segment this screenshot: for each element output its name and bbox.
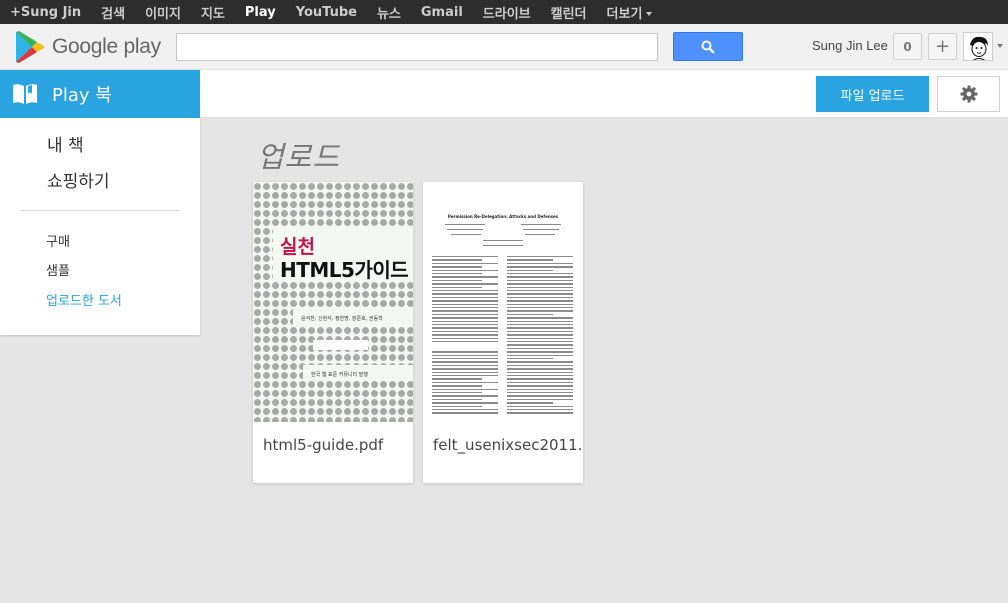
book-card[interactable]: 실천 HTML5가이드 윤석찬, 신현석, 정찬명, 장준호, 권동혁 한국 웹… — [253, 182, 413, 483]
gbar-news[interactable]: 뉴스 — [377, 3, 401, 22]
share-button[interactable]: + — [928, 33, 957, 60]
gbar-search[interactable]: 검색 — [101, 3, 125, 22]
account-menu-chevron-icon[interactable] — [997, 44, 1003, 48]
book-filename[interactable]: html5-guide.pdf — [263, 436, 411, 454]
gbar-youtube[interactable]: YouTube — [296, 5, 357, 20]
play-triangle-icon — [16, 31, 44, 63]
sidebar-item-samples[interactable]: 샘플 — [46, 260, 70, 279]
cover-title: HTML5가이드 — [280, 258, 409, 282]
gbar-images[interactable]: 이미지 — [145, 3, 181, 22]
avatar[interactable] — [963, 32, 993, 61]
sidebar: 내 책 쇼핑하기 구매 샘플 업로드한 도서 — [0, 118, 200, 335]
settings-button[interactable] — [937, 76, 1000, 112]
gbar-maps[interactable]: 지도 — [201, 3, 225, 22]
user-name[interactable]: Sung Jin Lee — [812, 38, 888, 53]
gbar-more-label: 더보기 — [606, 6, 643, 22]
upload-file-button[interactable]: 파일 업로드 — [816, 76, 929, 112]
sidebar-item-shop[interactable]: 쇼핑하기 — [47, 167, 110, 192]
cover-publisher: 한국 웹 표준 커뮤니티 발행 — [311, 372, 368, 378]
sidebar-item-uploaded[interactable]: 업로드한 도서 — [46, 290, 122, 309]
search-input[interactable] — [176, 33, 658, 61]
gear-icon — [960, 85, 977, 103]
gbar-calendar[interactable]: 캘린더 — [551, 3, 587, 22]
search-icon — [701, 40, 715, 54]
search-button[interactable] — [673, 32, 743, 61]
book-filename[interactable]: felt_usenixsec2011. — [433, 436, 581, 454]
sidebar-item-purchased[interactable]: 구매 — [46, 231, 70, 250]
book-icon — [13, 84, 37, 104]
book-cover: 실천 HTML5가이드 윤석찬, 신현석, 정찬명, 장준호, 권동혁 한국 웹… — [253, 182, 413, 422]
sidebar-divider — [20, 210, 180, 211]
header: Google play Sung Jin Lee 0 + — [0, 24, 1008, 70]
book-cover: Permission Re-Delegation: Attacks and De… — [423, 182, 583, 422]
book-card[interactable]: Permission Re-Delegation: Attacks and De… — [423, 182, 583, 483]
avatar-image — [964, 33, 992, 60]
gbar-plus-profile[interactable]: +Sung Jin — [10, 5, 81, 20]
page-title: 업로드 — [257, 140, 341, 174]
gbar-play[interactable]: Play — [245, 5, 276, 20]
cover-dot-pattern — [253, 182, 413, 422]
play-books-tab[interactable]: Play 북 — [0, 70, 200, 118]
cover-paper-title: Permission Re-Delegation: Attacks and De… — [447, 214, 559, 219]
google-bar: +Sung Jin 검색 이미지 지도 Play YouTube 뉴스 Gmai… — [0, 0, 1008, 24]
sidebar-item-my-books[interactable]: 내 책 — [47, 131, 84, 156]
subheader: Play 북 파일 업로드 — [0, 70, 1008, 118]
notification-count-button[interactable]: 0 — [893, 33, 922, 60]
gbar-drive[interactable]: 드라이브 — [483, 3, 531, 22]
logo-text: Google play — [52, 35, 161, 58]
gbar-more[interactable]: 더보기 — [607, 3, 653, 22]
play-books-label: Play 북 — [52, 85, 112, 106]
gbar-gmail[interactable]: Gmail — [421, 5, 463, 20]
chevron-down-icon — [646, 12, 653, 16]
google-play-logo[interactable]: Google play — [14, 30, 161, 64]
cover-authors: 윤석찬, 신현석, 정찬명, 장준호, 권동혁 — [301, 316, 383, 322]
